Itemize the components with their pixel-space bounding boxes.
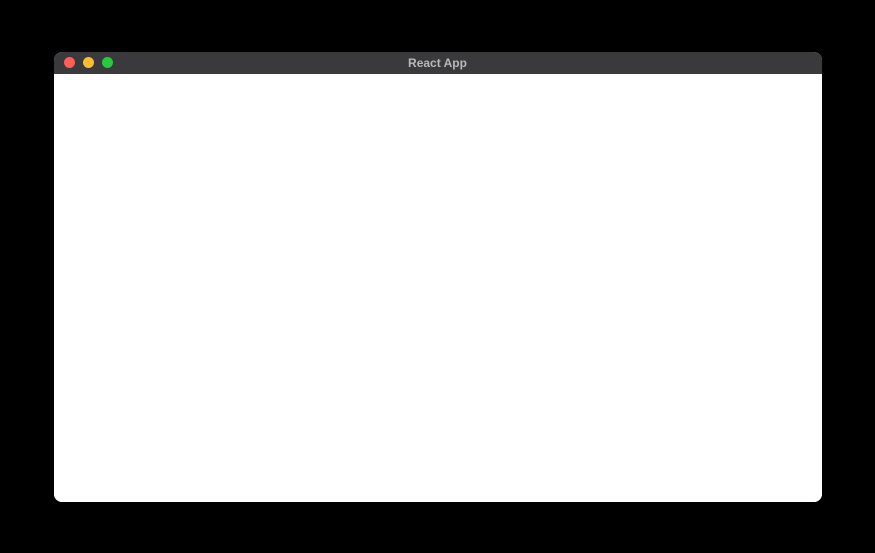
app-window: React App [54, 52, 822, 502]
maximize-icon[interactable] [102, 57, 113, 68]
window-titlebar[interactable]: React App [54, 52, 822, 74]
window-title: React App [54, 56, 822, 70]
window-content [54, 74, 822, 502]
traffic-lights [54, 57, 113, 68]
close-icon[interactable] [64, 57, 75, 68]
minimize-icon[interactable] [83, 57, 94, 68]
